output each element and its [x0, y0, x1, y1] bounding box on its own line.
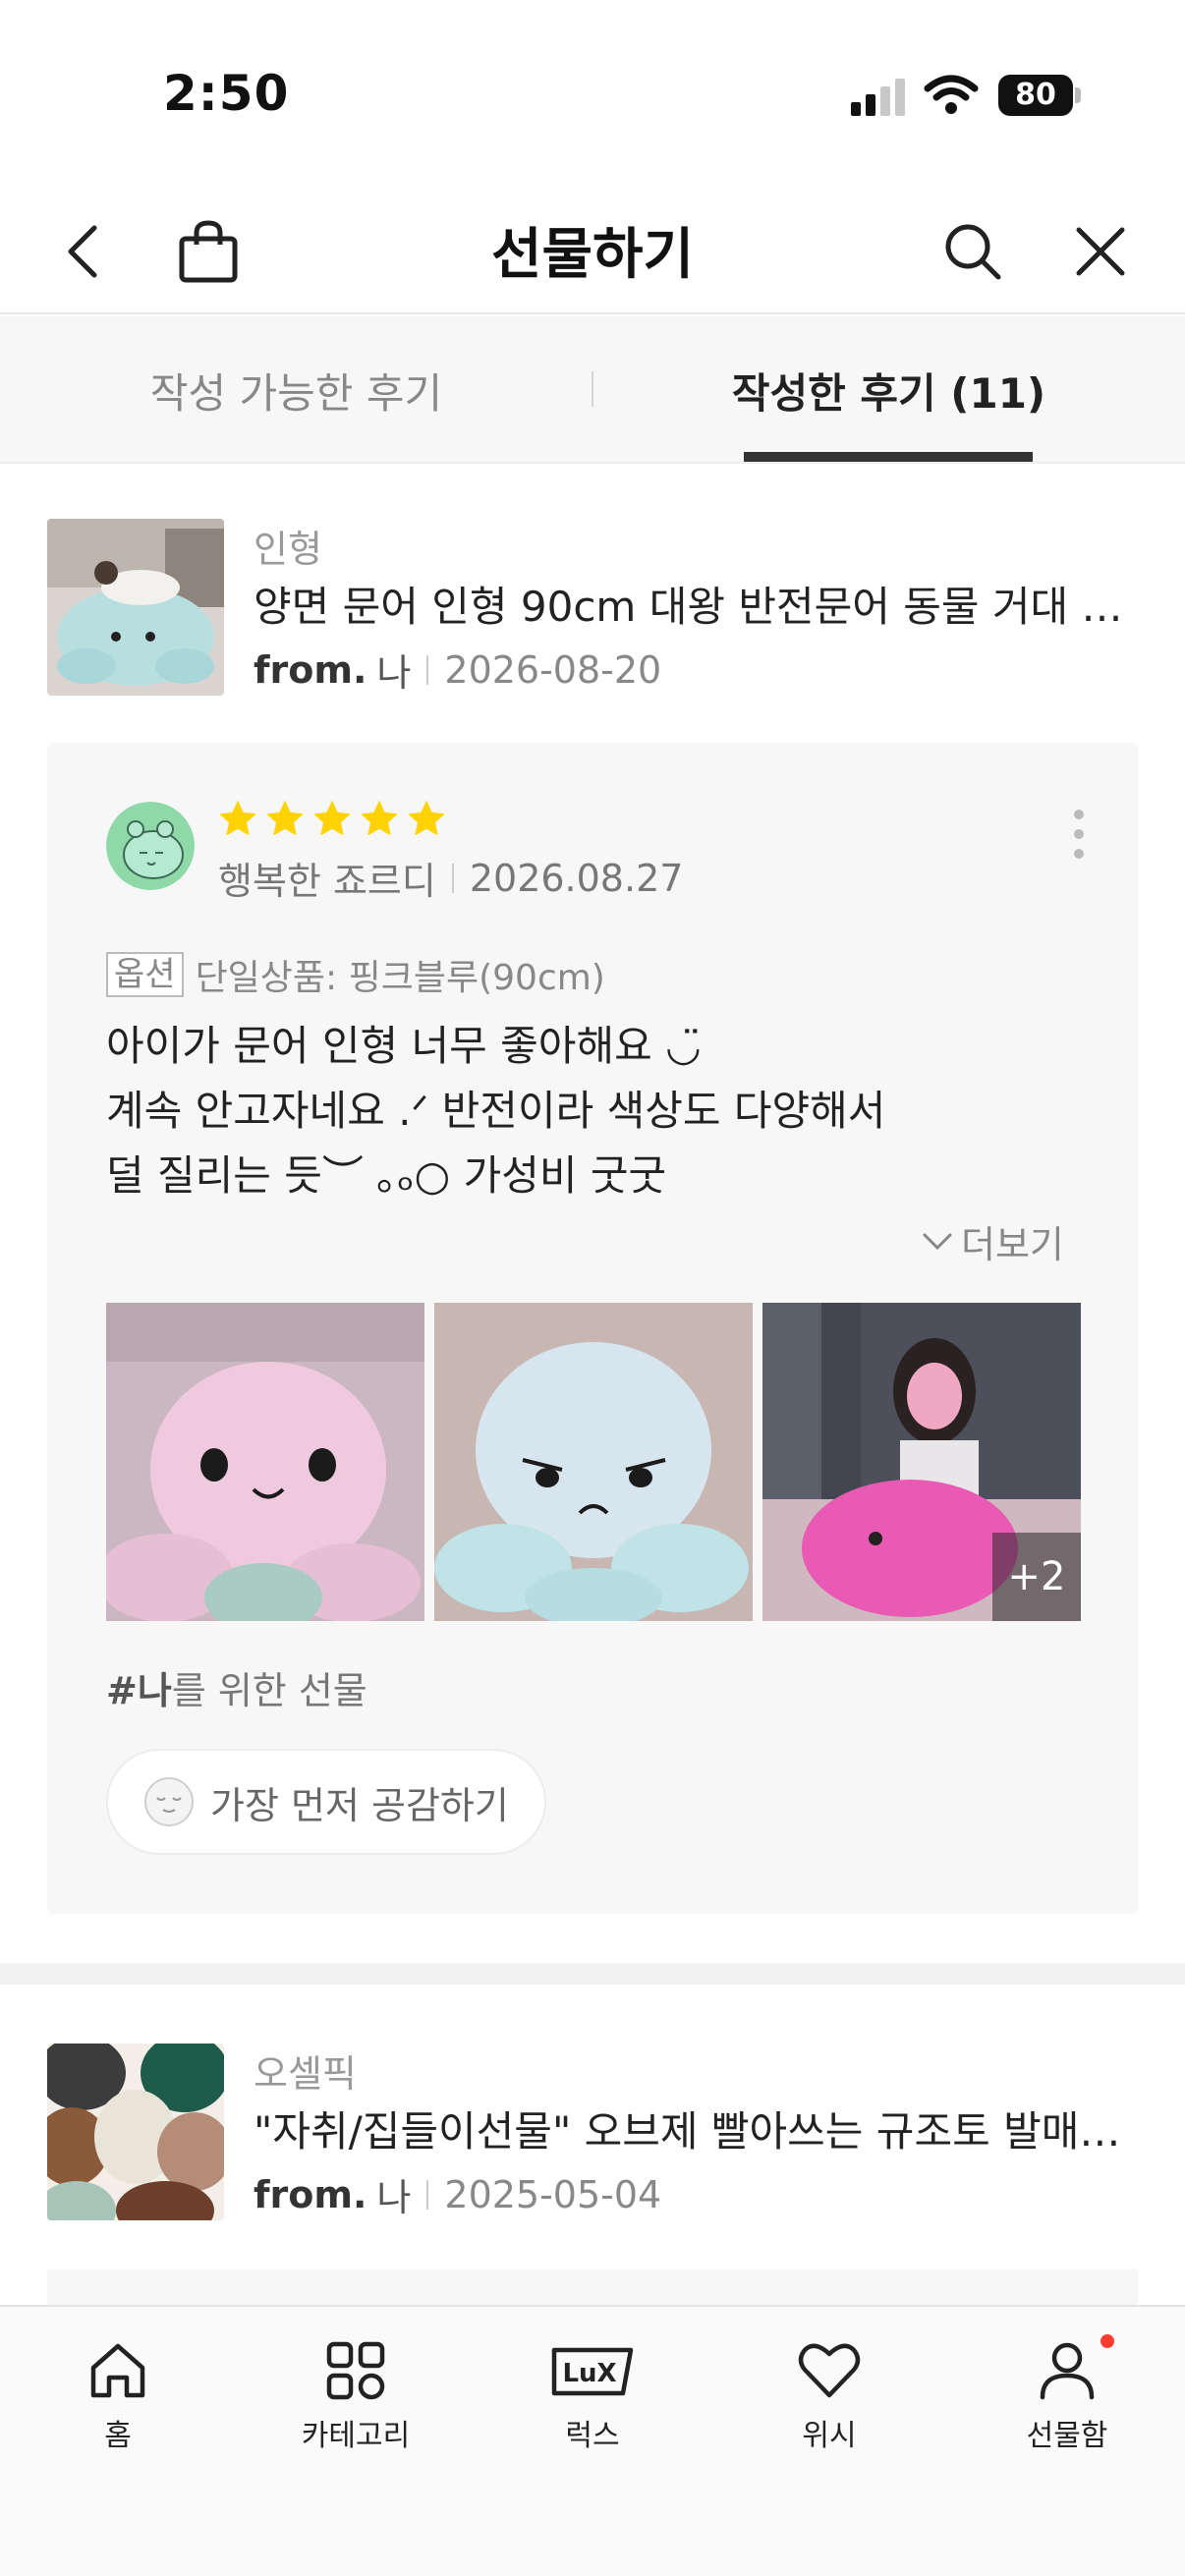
hashtag-text: 를 위한 선물 — [171, 1669, 367, 1712]
review-date: 2026.08.27 — [469, 856, 684, 900]
home-icon — [90, 2343, 145, 2398]
more-dot — [1074, 810, 1084, 819]
nav-label: 럭스 — [565, 2419, 620, 2453]
star-icon — [361, 800, 398, 836]
bottom-nav: 홈 카테고리 LuX 럭스 위시 선물함 — [0, 2305, 1185, 2576]
tab-writable-reviews[interactable]: 작성 가능한 후기 — [0, 316, 592, 464]
review-card: 행복한 죠르디 2026.08.27 옵션 단일상품: 핑크블루(90cm) 아… — [47, 743, 1138, 1914]
product-thumbnail[interactable] — [47, 2044, 224, 2220]
more-dot — [1074, 829, 1084, 839]
nav-label: 위시 — [802, 2419, 857, 2453]
meta-divider — [451, 863, 454, 893]
product-title[interactable]: 양면 문어 인형 90cm 대왕 반전문어 동물 거대 … — [254, 574, 1138, 634]
review-line: 아이가 문어 인형 너무 좋아해요 ◡̈ — [106, 1022, 702, 1070]
svg-text:LuX: LuX — [562, 2359, 616, 2388]
star-icon — [313, 800, 351, 836]
star-rating — [216, 798, 448, 841]
see-more-label: 더보기 — [961, 1223, 1064, 1266]
active-tab-indicator — [744, 452, 1033, 462]
section-separator — [0, 1963, 1185, 1985]
nav-label: 선물함 — [1026, 2419, 1108, 2453]
close-icon — [1076, 227, 1125, 276]
hashtag: #나를 위한 선물 — [106, 1660, 367, 1714]
close-button[interactable] — [1065, 216, 1136, 287]
nav-wish[interactable]: 위시 — [751, 2336, 908, 2464]
star-icon — [266, 800, 304, 836]
chevron-down-icon — [923, 1233, 952, 1250]
status-time: 2:50 — [163, 65, 290, 122]
review-body: 아이가 문어 인형 너무 좋아해요 ◡̈ 계속 안고자네요 .ᐟ 반전이라 색상… — [106, 1014, 1089, 1208]
more-options-button[interactable] — [1059, 800, 1099, 868]
battery-level: 80 — [998, 75, 1073, 116]
gift-date: 2026-08-20 — [444, 647, 662, 692]
reviewer-name: 행복한 죠르디 — [218, 860, 436, 903]
diatomite-mats-photo — [47, 2044, 224, 2220]
nav-giftbox[interactable]: 선물함 — [988, 2334, 1146, 2464]
product-meta: from. 나 2025-05-04 — [254, 2167, 661, 2221]
product-category: 인형 — [254, 528, 322, 571]
more-photos-overlay[interactable]: +2 — [992, 1533, 1081, 1621]
notification-dot — [1100, 2334, 1114, 2348]
cellular-signal-icon — [851, 79, 905, 116]
person-icon — [1040, 2342, 1095, 2400]
avatar — [106, 802, 195, 890]
hashtag-keyword: #나 — [106, 1669, 172, 1712]
nav-home[interactable]: 홈 — [39, 2336, 197, 2464]
nav-lux[interactable]: LuX 럭스 — [514, 2336, 671, 2464]
heart-icon — [798, 2343, 861, 2398]
from-label: from. — [254, 2172, 367, 2216]
gift-date: 2025-05-04 — [444, 2172, 662, 2216]
wifi-icon — [924, 75, 979, 114]
nav-label: 홈 — [104, 2419, 132, 2453]
review-photos: +2 — [106, 1303, 1081, 1621]
review-photo[interactable] — [434, 1303, 753, 1621]
nav-category[interactable]: 카테고리 — [277, 2336, 434, 2464]
meta-divider — [426, 2179, 429, 2210]
smile-face-icon — [144, 1777, 194, 1826]
nav-label: 카테고리 — [301, 2419, 411, 2453]
review-tabs: 작성 가능한 후기 작성한 후기 (11) — [0, 316, 1185, 464]
sender-name: 나 — [376, 651, 412, 695]
reviewer-meta: 행복한 죠르디 2026.08.27 — [218, 851, 683, 905]
battery-tip — [1075, 87, 1081, 103]
empathy-label: 가장 먼저 공감하기 — [210, 1783, 509, 1827]
sender-name: 나 — [376, 2176, 412, 2219]
product-thumbnail[interactable] — [47, 519, 224, 696]
search-button[interactable] — [937, 216, 1008, 287]
more-dot — [1074, 849, 1084, 859]
option-value: 단일상품: 핑크블루(90cm) — [195, 958, 605, 998]
product-category: 오셀픽 — [254, 2052, 357, 2096]
meta-divider — [426, 654, 429, 685]
product-item[interactable]: 오셀픽 "자취/집들이선물" 오브제 빨아쓰는 규조토 발매… from. 나 … — [47, 2044, 1138, 2220]
category-grid-icon — [326, 2341, 385, 2400]
status-bar: 2:50 80 — [0, 0, 1185, 187]
next-review-card — [47, 2269, 1138, 2309]
option-row: 옵션 단일상품: 핑크블루(90cm) — [106, 949, 605, 1000]
tab-written-reviews[interactable]: 작성한 후기 (11) — [592, 316, 1185, 464]
lux-icon: LuX — [551, 2347, 634, 2396]
review-photo[interactable] — [106, 1303, 424, 1621]
empathy-button[interactable]: 가장 먼저 공감하기 — [106, 1749, 546, 1855]
star-icon — [219, 800, 256, 836]
search-icon — [945, 224, 1001, 280]
product-title[interactable]: "자취/집들이선물" 오브제 빨아쓰는 규조토 발매… — [254, 2099, 1138, 2158]
review-line: 덜 질리는 듯︶ ｡ₒ○ 가성비 굿굿 — [106, 1151, 667, 1200]
product-item[interactable]: 인형 양면 문어 인형 90cm 대왕 반전문어 동물 거대 … from. 나… — [47, 519, 1138, 696]
battery-indicator: 80 — [998, 75, 1081, 116]
see-more-button[interactable]: 더보기 — [922, 1214, 1064, 1268]
from-label: from. — [254, 647, 367, 692]
option-tag: 옵션 — [106, 952, 184, 997]
review-line: 계속 안고자네요 .ᐟ 반전이라 색상도 다양해서 — [106, 1087, 886, 1135]
pink-octopus-photo — [106, 1303, 424, 1621]
jordy-avatar-icon — [106, 802, 195, 890]
blue-octopus-photo — [434, 1303, 753, 1621]
octopus-sofa-photo — [47, 519, 224, 696]
top-header: 선물하기 — [0, 187, 1185, 314]
star-icon — [408, 800, 445, 836]
review-photo[interactable]: +2 — [762, 1303, 1081, 1621]
product-meta: from. 나 2026-08-20 — [254, 643, 661, 697]
